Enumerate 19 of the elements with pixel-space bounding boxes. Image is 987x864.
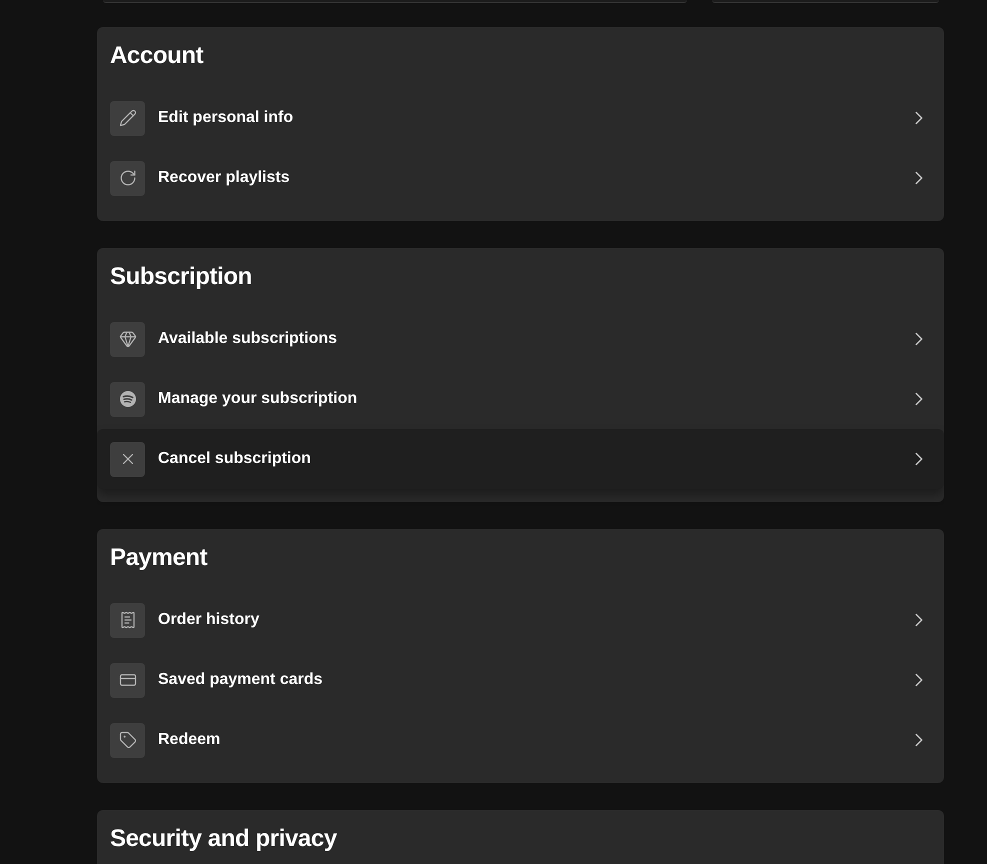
menu-item[interactable]: Saved payment cards	[97, 650, 944, 710]
card-icon	[110, 662, 145, 698]
tag-icon	[110, 722, 145, 758]
receipt-icon	[110, 602, 145, 638]
menu-item[interactable]: Redeem	[97, 710, 944, 770]
close-icon	[110, 442, 145, 476]
section-title: Security and privacy	[109, 824, 337, 854]
menu-item[interactable]: Edit personal info	[97, 88, 944, 148]
menu-item[interactable]: Recover playlists	[97, 148, 944, 208]
section-title: Subscription	[109, 262, 252, 292]
menu-item[interactable]: Cancel subscription	[97, 429, 944, 489]
pencil-icon	[110, 100, 145, 136]
menu-item[interactable]: Available subscriptions	[97, 309, 944, 369]
menu-item[interactable]: Order history	[97, 590, 944, 650]
section-title: Account	[109, 41, 204, 71]
circle-waves-icon	[110, 382, 145, 416]
menu-item[interactable]: Manage your subscription	[97, 369, 944, 429]
rotate-icon	[110, 160, 145, 196]
section-title: Payment	[109, 543, 208, 573]
